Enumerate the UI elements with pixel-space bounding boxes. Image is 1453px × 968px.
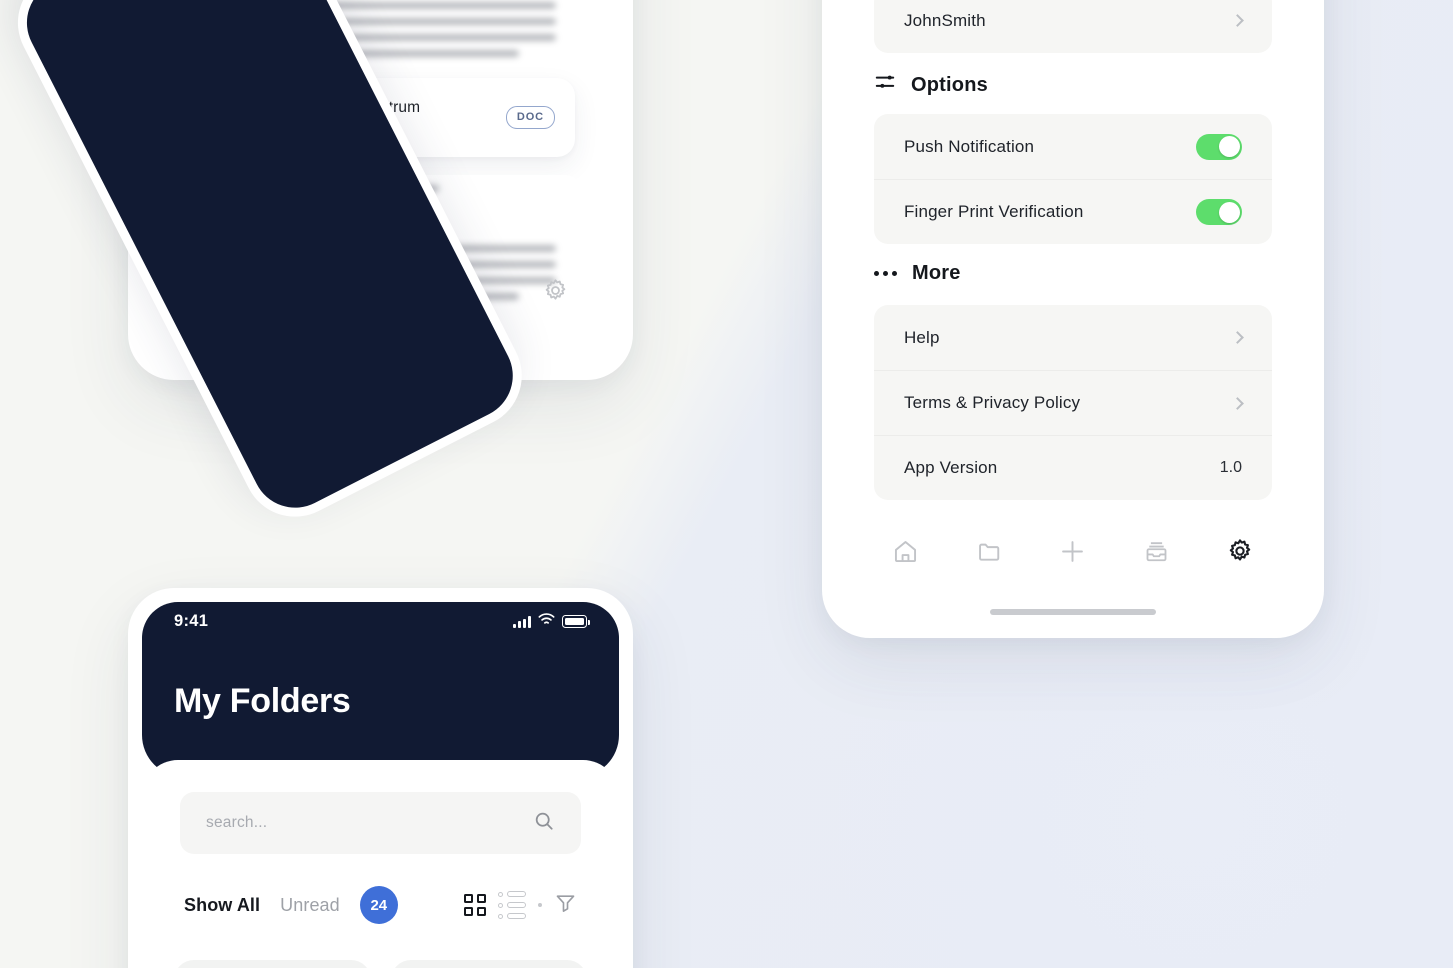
settings-row-help[interactable]: Help — [874, 305, 1272, 370]
grid-view-icon[interactable] — [464, 894, 486, 916]
filter-tab-show-all[interactable]: Show All — [184, 895, 260, 916]
folder-card[interactable] — [390, 960, 587, 968]
status-bar: 9:41 — [128, 612, 633, 631]
list-view-icon[interactable] — [498, 890, 526, 920]
fingerprint-toggle[interactable] — [1196, 199, 1242, 225]
search-icon[interactable] — [533, 810, 555, 837]
ellipsis-icon — [874, 271, 897, 276]
tab-compose[interactable] — [1053, 531, 1093, 571]
folder-card-grid — [174, 960, 587, 968]
options-section-header: Options — [874, 71, 988, 99]
options-section-title: Options — [911, 73, 988, 96]
toggle-knob — [1218, 136, 1240, 157]
home-indicator — [990, 609, 1156, 615]
tab-home[interactable] — [886, 531, 926, 571]
settings-row-push-notification[interactable]: Push Notification — [874, 114, 1272, 179]
settings-row-account[interactable]: JohnSmith — [874, 0, 1272, 53]
phone-my-folders: 9:41 My Folders search... Show All Unrea… — [128, 588, 633, 968]
folder-card[interactable] — [174, 960, 371, 968]
filter-tab-unread[interactable]: Unread — [280, 895, 340, 916]
unread-count-badge: 24 — [359, 886, 398, 924]
search-input[interactable]: search... — [180, 792, 581, 854]
terms-label: Terms & Privacy Policy — [904, 393, 1081, 412]
sliders-icon — [874, 71, 896, 99]
filter-funnel-icon[interactable] — [554, 891, 577, 919]
push-notification-label: Push Notification — [904, 136, 1035, 156]
settings-row-app-version: App Version 1.0 — [874, 435, 1272, 500]
chevron-right-icon — [1231, 396, 1244, 410]
options-group: Push Notification Finger Print Verificat… — [874, 114, 1272, 244]
doc-type-badge: DOC — [505, 106, 555, 130]
screenshot-canvas: Risus in hendrerit gravida rutrum 9:32 ·… — [0, 0, 1453, 968]
my-folders-screen: 9:41 My Folders search... Show All Unrea… — [128, 588, 633, 968]
bottom-tabbar — [822, 531, 1324, 571]
more-section-title: More — [912, 262, 961, 284]
settings-row-fingerprint[interactable]: Finger Print Verification — [874, 179, 1272, 244]
view-toggles — [464, 890, 577, 920]
settings-row-terms[interactable]: Terms & Privacy Policy — [874, 370, 1272, 435]
chevron-right-icon — [1231, 14, 1244, 27]
tab-archive[interactable] — [1137, 531, 1177, 571]
page-title: My Folders — [174, 682, 351, 720]
toggle-knob — [1218, 201, 1240, 223]
tab-folders[interactable] — [969, 531, 1009, 571]
more-section-header: More — [874, 262, 961, 285]
push-notification-toggle[interactable] — [1196, 133, 1242, 160]
status-time: 9:41 — [174, 612, 209, 630]
settings-screen: JohnSmith Options Push Notification Fing… — [822, 0, 1324, 638]
tab-settings[interactable] — [535, 270, 575, 310]
cellular-signal-icon — [513, 615, 531, 628]
filter-bar: Show All Unread 24 — [184, 886, 577, 924]
help-label: Help — [904, 327, 940, 347]
account-group: JohnSmith — [874, 0, 1272, 53]
app-version-label: App Version — [904, 458, 998, 477]
search-placeholder: search... — [206, 814, 268, 831]
app-version-value: 1.0 — [1219, 459, 1242, 476]
filter-tabs: Show All Unread 24 — [184, 886, 398, 924]
chevron-right-icon — [1231, 331, 1244, 344]
content-sheet: search... Show All Unread 24 — [142, 760, 619, 968]
account-username: JohnSmith — [904, 10, 986, 30]
status-icons — [513, 612, 590, 631]
tab-settings[interactable] — [1220, 531, 1260, 571]
separator-dot — [538, 903, 542, 907]
phone-settings: JohnSmith Options Push Notification Fing… — [822, 0, 1324, 638]
wifi-icon — [538, 612, 555, 631]
battery-icon — [562, 615, 590, 628]
more-group: Help Terms & Privacy Policy App Version … — [874, 305, 1272, 500]
fingerprint-label: Finger Print Verification — [904, 202, 1084, 221]
